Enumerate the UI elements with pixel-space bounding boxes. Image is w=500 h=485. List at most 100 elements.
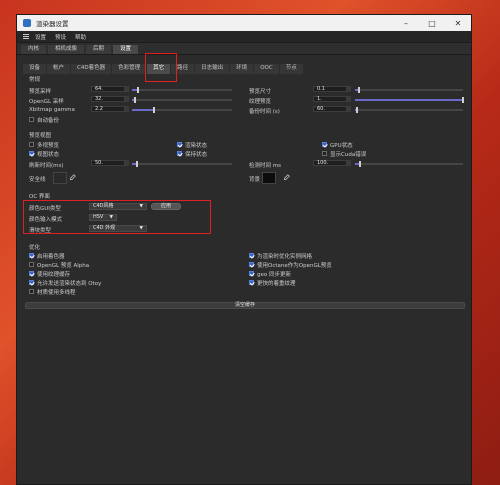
- refresh-time-label: 刷新时间(ms): [29, 163, 64, 169]
- preview-size-slider[interactable]: [355, 87, 463, 93]
- check-time-slider[interactable]: [355, 161, 463, 167]
- preview-sampling-spinner[interactable]: [125, 86, 129, 92]
- subtab-c4d-shaders[interactable]: C4D着色器: [71, 64, 112, 74]
- xbitmap-gamma-slider[interactable]: [132, 107, 232, 113]
- preview-section-title: 预览视图: [29, 133, 52, 139]
- background-label: 背景: [249, 177, 261, 183]
- octane-opengl-preview-label: 使用Octane作为OpenGL预览: [257, 263, 332, 269]
- color-input-mode-dropdown[interactable]: HSV ▼: [89, 214, 117, 221]
- chevron-down-icon: ▼: [139, 204, 143, 209]
- xbitmap-gamma-spinner[interactable]: [125, 106, 129, 112]
- keep-state-label: 保持状态: [185, 152, 208, 158]
- menu-settings[interactable]: 设置: [35, 33, 46, 41]
- slider-type-dropdown[interactable]: C4D 外观 ▼: [89, 225, 147, 232]
- multi-preview-checkbox[interactable]: [29, 142, 34, 147]
- close-icon[interactable]: ✕: [445, 15, 471, 31]
- safe-frame-eyedropper-icon[interactable]: [69, 174, 76, 181]
- check-time-input[interactable]: 100.: [313, 160, 347, 166]
- preview-sampling-input[interactable]: 64.: [91, 86, 125, 92]
- optimize-instances-label: 为渲染时优化实例网格: [257, 254, 313, 260]
- subtab-environment[interactable]: 环境: [230, 64, 254, 74]
- backup-time-spinner[interactable]: [347, 106, 351, 112]
- send-render-status-checkbox[interactable]: [29, 280, 34, 285]
- texture-preview-input[interactable]: 1.: [313, 96, 347, 102]
- material-multithread-label: 材质使用多线程: [37, 290, 76, 296]
- texture-preview-label: 纹理预览: [249, 99, 272, 105]
- background-color-swatch[interactable]: [262, 172, 276, 184]
- view-state-checkbox[interactable]: [29, 151, 34, 156]
- slider-type-label: 滑块类型: [29, 228, 52, 234]
- opengl-sampling-spinner[interactable]: [125, 96, 129, 102]
- color-input-mode-value: HSV: [93, 214, 104, 220]
- chevron-down-icon: ▼: [109, 215, 113, 220]
- opengl-sampling-input[interactable]: 32.: [91, 96, 125, 102]
- tab-kernel[interactable]: 内核: [21, 45, 47, 54]
- backup-time-input[interactable]: 60.: [313, 106, 347, 112]
- gui-type-value: C4D风格: [93, 203, 114, 209]
- gui-type-dropdown[interactable]: C4D风格 ▼: [89, 203, 147, 210]
- texture-cache-label: 使用纹理缓存: [37, 272, 71, 278]
- menu-help[interactable]: 帮助: [75, 33, 86, 41]
- safe-frame-color-swatch[interactable]: [53, 172, 67, 184]
- check-time-label: 检测时间 ms: [249, 163, 281, 169]
- title-bar[interactable]: 渲染器设置 – □ ✕: [17, 15, 471, 31]
- subtab-nodes[interactable]: 节点: [279, 64, 303, 74]
- optimize-instances-checkbox[interactable]: [249, 253, 254, 258]
- menu-presets[interactable]: 预设: [55, 33, 66, 41]
- refresh-time-spinner[interactable]: [125, 160, 129, 166]
- auto-backup-checkbox[interactable]: [29, 117, 34, 122]
- subtab-log-output[interactable]: 日志输出: [195, 64, 230, 74]
- clear-cache-button[interactable]: 清空缓存: [25, 302, 465, 309]
- optimize-section-title: 优化: [29, 245, 41, 251]
- opengl-preview-alpha-label: OpenGL 预览 Alpha: [37, 263, 90, 269]
- faster-texture-checkbox[interactable]: [249, 280, 254, 285]
- refresh-time-input[interactable]: 50.: [91, 160, 125, 166]
- gpu-state-label: GPU状态: [330, 143, 353, 149]
- tab-post[interactable]: 后期: [86, 45, 112, 54]
- opengl-sampling-label: OpenGL 采样: [29, 99, 64, 105]
- backup-time-label: 备份时间 (s): [249, 109, 280, 115]
- backup-time-slider[interactable]: [355, 107, 463, 113]
- keep-state-checkbox[interactable]: [177, 151, 182, 156]
- subtab-ooc[interactable]: OOC: [254, 64, 279, 74]
- show-cuda-errors-checkbox[interactable]: [322, 151, 327, 156]
- chevron-down-icon: ▼: [139, 226, 143, 231]
- main-tabs: 内核 相机成像 后期 设置: [17, 43, 471, 55]
- enable-shaders-checkbox[interactable]: [29, 253, 34, 258]
- texture-cache-checkbox[interactable]: [29, 271, 34, 276]
- texture-preview-spinner[interactable]: [347, 96, 351, 102]
- xbitmap-gamma-input[interactable]: 2.2: [91, 106, 125, 112]
- minimize-icon[interactable]: –: [393, 15, 419, 31]
- preview-sampling-slider[interactable]: [132, 87, 232, 93]
- subtab-color-management[interactable]: 色彩管理: [112, 64, 147, 74]
- texture-preview-slider[interactable]: [355, 97, 464, 103]
- maximize-icon[interactable]: □: [419, 15, 445, 31]
- opengl-sampling-slider[interactable]: [132, 97, 232, 103]
- general-section-title: 常规: [29, 77, 41, 83]
- tab-settings[interactable]: 设置: [113, 45, 139, 54]
- material-multithread-checkbox[interactable]: [29, 289, 34, 294]
- geo-sync-checkbox[interactable]: [249, 271, 254, 276]
- apply-button[interactable]: 应用: [151, 203, 181, 210]
- auto-backup-label: 自动备份: [37, 118, 60, 124]
- check-time-spinner[interactable]: [347, 160, 351, 166]
- opengl-preview-alpha-checkbox[interactable]: [29, 262, 34, 267]
- subtab-devices[interactable]: 设备: [23, 64, 47, 74]
- subtab-account[interactable]: 帐户: [47, 64, 71, 74]
- oc-ui-section-title: OC 界面: [29, 194, 50, 200]
- preview-size-spinner[interactable]: [347, 86, 351, 92]
- render-settings-window: 渲染器设置 – □ ✕ 设置 预设 帮助 内核 相机成像 后期 设置 设备 帐户…: [16, 14, 472, 485]
- octane-opengl-preview-checkbox[interactable]: [249, 262, 254, 267]
- hamburger-icon[interactable]: [23, 34, 29, 39]
- background-eyedropper-icon[interactable]: [283, 174, 290, 181]
- render-state-checkbox[interactable]: [177, 142, 182, 147]
- settings-subtabs: 设备 帐户 C4D着色器 色彩管理 其它 路径 日志输出 环境 OOC 节点: [17, 63, 471, 74]
- subtab-paths[interactable]: 路径: [171, 64, 195, 74]
- faster-texture-label: 更快的着重纹理: [257, 281, 296, 287]
- preview-size-input[interactable]: 0.1: [313, 86, 347, 92]
- gui-type-label: 颜色GUI类型: [29, 206, 61, 212]
- tab-camera-imager[interactable]: 相机成像: [48, 45, 85, 54]
- gpu-state-checkbox[interactable]: [322, 142, 327, 147]
- subtab-other[interactable]: 其它: [147, 64, 171, 74]
- refresh-time-slider[interactable]: [132, 161, 232, 167]
